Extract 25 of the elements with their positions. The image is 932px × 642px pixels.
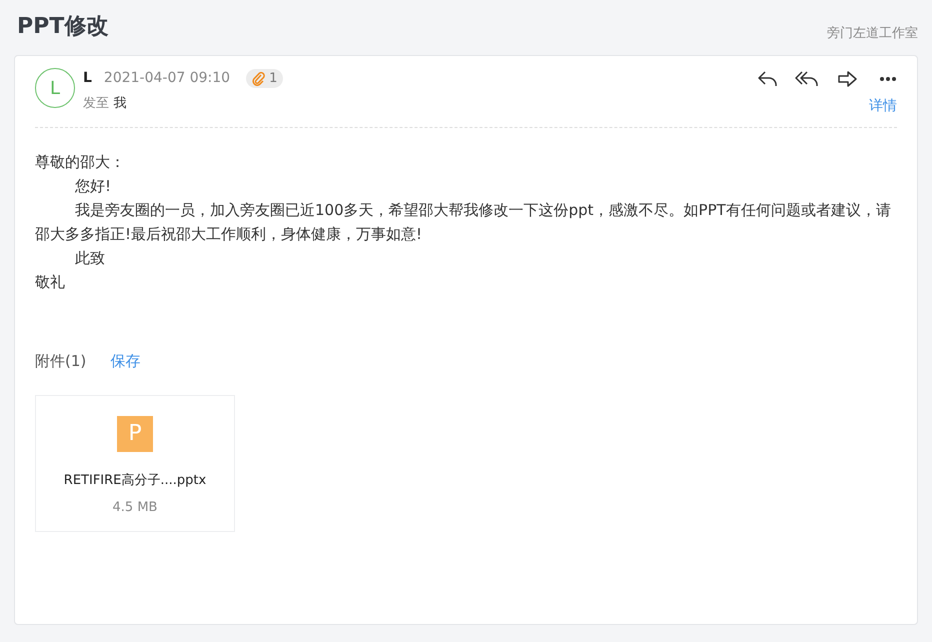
forward-button[interactable] xyxy=(837,70,859,88)
reply-button[interactable] xyxy=(757,70,779,88)
attachments-heading: 附件(1) xyxy=(35,351,86,372)
page-title: PPT修改 xyxy=(17,13,108,41)
file-name: RETIFIRE高分子....pptx xyxy=(64,472,206,490)
body-paragraph: 尊敬的邵大： xyxy=(35,152,126,173)
body-paragraph: 敬礼 xyxy=(35,272,66,293)
more-button[interactable] xyxy=(879,76,897,82)
body-paragraph: 此致 xyxy=(74,248,106,269)
sender-avatar: L xyxy=(35,68,75,108)
attachment-card[interactable]: P RETIFIRE高分子....pptx 4.5 MB xyxy=(35,394,235,532)
body-paragraph: 我是旁友圈的一员，加入旁友圈已近100多天，希望邵大帮我修改一下这份ppt，感激不尽。如PPT有任何问题或者建议，请邵大多多指正!最后祝邵大工作顺利，身体健康，万事如意! xyxy=(35,200,892,245)
reply-all-button[interactable] xyxy=(795,70,821,88)
save-link[interactable]: 保存 xyxy=(110,350,140,372)
paperclip-icon xyxy=(252,72,266,86)
recipient-label: 发至 xyxy=(83,96,109,111)
studio-name: 旁门左道工作室 xyxy=(827,24,918,42)
sender-name: L xyxy=(83,69,92,88)
details-link[interactable]: 详情 xyxy=(869,96,897,117)
attachment-count-badge[interactable]: 1 xyxy=(246,68,284,88)
file-size: 4.5 MB xyxy=(112,499,158,517)
mail-date: 2021-04-07 09:10 xyxy=(104,69,230,88)
presentation-file-icon: P xyxy=(117,416,153,452)
body-paragraph: 您好! xyxy=(74,176,112,197)
recipient-name: 我 xyxy=(113,96,126,111)
